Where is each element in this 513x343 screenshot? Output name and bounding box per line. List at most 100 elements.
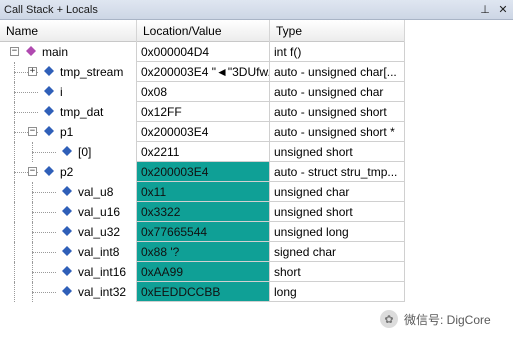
value-cell[interactable]: 0x2211 (137, 142, 270, 162)
watermark-text: 微信号: DigCore (404, 312, 491, 327)
variable-icon (62, 266, 72, 276)
type-cell: auto - unsigned short * (270, 122, 405, 142)
tree-row[interactable]: tmp_dat 0x12FF auto - unsigned short (0, 102, 405, 122)
variable-icon (62, 246, 72, 256)
tree-row[interactable]: val_u8 0x11 unsigned char (0, 182, 405, 202)
value-cell[interactable]: 0x12FF (137, 102, 270, 122)
tree-connector (32, 252, 56, 253)
tree-row[interactable]: − p2 0x200003E4 auto - struct stru_tmp... (0, 162, 405, 182)
variable-name: tmp_dat (60, 105, 104, 119)
type-cell: long (270, 282, 405, 302)
type-cell: unsigned short (270, 202, 405, 222)
name-cell: val_int8 (0, 242, 137, 262)
tree-connector (14, 242, 15, 262)
name-cell: i (0, 82, 137, 102)
tree-connector (32, 232, 56, 233)
value-cell[interactable]: 0x11 (137, 182, 270, 202)
variable-name: val_int8 (78, 245, 120, 259)
type-cell: signed char (270, 242, 405, 262)
variable-name: val_u16 (78, 205, 121, 219)
collapse-icon[interactable]: − (28, 127, 37, 136)
tree-connector (32, 212, 56, 213)
type-cell: auto - unsigned char (270, 82, 405, 102)
variable-icon (62, 226, 72, 236)
tree-row[interactable]: val_u32 0x77665544 unsigned long (0, 222, 405, 242)
tree-connector (14, 222, 15, 242)
wechat-icon: ✿ (380, 310, 398, 328)
close-icon[interactable]: ✕ (495, 2, 511, 18)
tree-row[interactable]: + tmp_stream 0x200003E4 "◄"3DUfw... auto - … (0, 62, 405, 82)
name-cell: val_u32 (0, 222, 137, 242)
type-cell: auto - unsigned short (270, 102, 405, 122)
variable-name: i (60, 85, 63, 99)
value-cell[interactable]: 0xEEDDCCBB (137, 282, 270, 302)
tree-row[interactable]: − main 0x000004D4 int f() (0, 42, 405, 62)
tree-row[interactable]: [0] 0x2211 unsigned short (0, 142, 405, 162)
variable-icon (44, 106, 54, 116)
type-cell: unsigned long (270, 222, 405, 242)
value-cell[interactable]: 0x200003E4 (137, 162, 270, 182)
tree-connector (32, 192, 56, 193)
tree-connector (32, 152, 56, 153)
value-cell[interactable]: 0x200003E4 (137, 122, 270, 142)
variable-name: p1 (60, 125, 74, 139)
name-cell: − main (0, 42, 137, 62)
value-cell[interactable]: 0x3322 (137, 202, 270, 222)
variable-name: [0] (78, 145, 92, 159)
name-cell: val_int16 (0, 262, 137, 282)
variable-name: tmp_stream (60, 65, 124, 79)
collapse-icon[interactable]: − (28, 167, 37, 176)
variable-icon (44, 66, 54, 76)
pin-icon[interactable]: ⊥ (477, 2, 493, 18)
tree-row[interactable]: val_int32 0xEEDDCCBB long (0, 282, 405, 302)
name-cell: val_u16 (0, 202, 137, 222)
expand-icon[interactable]: + (28, 67, 37, 76)
tree-connector (14, 282, 15, 302)
column-header-name[interactable]: Name (0, 20, 137, 42)
window-titlebar: Call Stack + Locals ⊥ ✕ (0, 0, 513, 20)
name-cell: + tmp_stream (0, 62, 137, 82)
tree-row[interactable]: − p1 0x200003E4 auto - unsigned short * (0, 122, 405, 142)
tree-connector (14, 142, 15, 162)
name-cell: − p1 (0, 122, 137, 142)
value-cell[interactable]: 0x000004D4 (137, 42, 270, 62)
variable-name: val_int16 (78, 265, 127, 279)
value-cell[interactable]: 0x200003E4 "◄"3DUfw... (137, 62, 270, 82)
name-cell: val_int32 (0, 282, 137, 302)
variable-icon (44, 86, 54, 96)
tree-row[interactable]: val_int16 0xAA99 short (0, 262, 405, 282)
name-cell: val_u8 (0, 182, 137, 202)
variable-name: p2 (60, 165, 74, 179)
name-cell: − p2 (0, 162, 137, 182)
window-title: Call Stack + Locals (4, 3, 98, 16)
type-cell: auto - unsigned char[... (270, 62, 405, 82)
name-cell: tmp_dat (0, 102, 137, 122)
type-cell: auto - struct stru_tmp... (270, 162, 405, 182)
value-cell[interactable]: 0xAA99 (137, 262, 270, 282)
tree-connector (14, 262, 15, 282)
variable-icon (62, 286, 72, 296)
variable-name: val_u32 (78, 225, 121, 239)
tree-connector (14, 182, 15, 202)
watermark: ✿ 微信号: DigCore (380, 310, 491, 328)
variable-name: val_u8 (78, 185, 114, 199)
name-cell: [0] (0, 142, 137, 162)
tree-connector (14, 112, 38, 113)
variable-icon (62, 206, 72, 216)
tree-connector (32, 292, 56, 293)
variable-name: val_int32 (78, 285, 127, 299)
column-header-location[interactable]: Location/Value (137, 20, 270, 42)
type-cell: short (270, 262, 405, 282)
column-header-type[interactable]: Type (270, 20, 405, 42)
variable-icon (44, 126, 54, 136)
tree-connector (14, 92, 38, 93)
tree-connector (32, 272, 56, 273)
value-cell[interactable]: 0x08 (137, 82, 270, 102)
value-cell[interactable]: 0x77665544 (137, 222, 270, 242)
variable-name: main (42, 45, 69, 59)
tree-row[interactable]: val_u16 0x3322 unsigned short (0, 202, 405, 222)
tree-row[interactable]: val_int8 0x88 '? signed char (0, 242, 405, 262)
tree-row[interactable]: i 0x08 auto - unsigned char (0, 82, 405, 102)
value-cell[interactable]: 0x88 '? (137, 242, 270, 262)
collapse-icon[interactable]: − (10, 47, 19, 56)
